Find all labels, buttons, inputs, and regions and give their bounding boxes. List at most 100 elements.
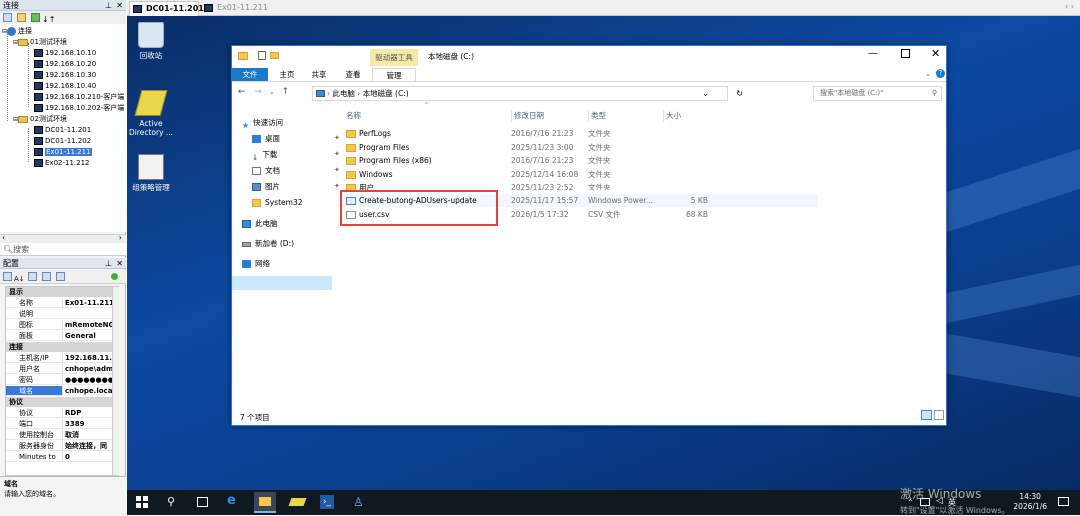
- tree-folder[interactable]: ⊟ 02测试环境: [13, 114, 67, 124]
- search-input[interactable]: 搜索"本地磁盘 (C:)" ⚲: [813, 86, 942, 101]
- nav-downloads[interactable]: ↓ 下载 ✦: [252, 148, 340, 162]
- recent-chevron-icon[interactable]: ⌄: [269, 88, 275, 96]
- prop-row[interactable]: Minutes to 0: [6, 452, 118, 462]
- tree-item[interactable]: 192.168.10.210-客户端: [34, 92, 124, 102]
- edge-icon[interactable]: e: [227, 493, 241, 508]
- tree-search-input[interactable]: 🔍︎搜索: [0, 243, 126, 256]
- sort-icon[interactable]: ↓↑: [42, 15, 55, 24]
- nav-this-pc[interactable]: 此电脑: [242, 217, 278, 230]
- category-protocol[interactable]: 协议: [6, 397, 118, 407]
- inheritance-icon[interactable]: [41, 272, 51, 281]
- file-row[interactable]: PerfLogs 2016/7/16 21:23 文件夹: [338, 127, 818, 140]
- desktop-icon-recycle-bin[interactable]: 回收站: [127, 22, 176, 60]
- task-view-icon[interactable]: [197, 497, 208, 507]
- tab-dc01[interactable]: DC01-11.201: [129, 1, 204, 16]
- tree-item[interactable]: 192.168.10.20: [34, 59, 96, 69]
- refresh-icon[interactable]: ↻: [736, 87, 743, 100]
- close-button[interactable]: ✕: [931, 47, 940, 60]
- nav-pictures[interactable]: 图片 ✦: [252, 180, 340, 193]
- file-row[interactable]: Program Files (x86) 2016/7/16 21:23 文件夹: [338, 154, 818, 167]
- view-icon[interactable]: [31, 13, 40, 22]
- file-row[interactable]: Program Files 2025/11/23 3:00 文件夹: [338, 141, 818, 154]
- forward-arrow-icon[interactable]: →: [254, 87, 262, 97]
- tree-item[interactable]: 192.168.10.40: [34, 81, 96, 91]
- tab-ex01[interactable]: Ex01-11.211: [201, 1, 271, 16]
- category-display[interactable]: 显示: [6, 287, 118, 297]
- column-date[interactable]: 修改日期: [511, 110, 544, 122]
- chevron-down-icon[interactable]: ⌄: [925, 70, 931, 78]
- tree-item-selected[interactable]: Ex01-11.211: [34, 147, 92, 157]
- prop-row[interactable]: 图标 mRemoteNG: [6, 320, 118, 330]
- prop-row[interactable]: 主机名/IP192.168.11.211: [6, 353, 118, 363]
- tree-item[interactable]: 192.168.10.30: [34, 70, 96, 80]
- tree-item[interactable]: DC01-11.202: [34, 136, 91, 146]
- scroll-right-icon[interactable]: ›: [119, 233, 122, 242]
- properties-qat-icon[interactable]: [258, 51, 266, 60]
- large-icons-view-icon[interactable]: [934, 410, 944, 420]
- tree-item[interactable]: Ex02-11.212: [34, 158, 90, 168]
- tree-item[interactable]: 192.168.10.10: [34, 48, 96, 58]
- tree-folder[interactable]: ⊟ 01测试环境: [13, 37, 67, 47]
- prop-row[interactable]: 名称 Ex01-11.211: [6, 298, 118, 308]
- file-row[interactable]: 用户 2025/11/23 2:52 文件夹: [338, 181, 818, 190]
- column-name[interactable]: 名称: [346, 110, 361, 122]
- desktop-icon-gpm[interactable]: 组策略管理: [127, 154, 176, 192]
- powershell-icon[interactable]: ›_: [320, 495, 334, 509]
- tab-share[interactable]: 共享: [304, 68, 334, 81]
- column-size[interactable]: 大小: [663, 110, 681, 122]
- file-row[interactable]: Windows 2025/12/14 16:08 文件夹: [338, 168, 818, 181]
- clock[interactable]: 14:30 2026/1/6: [1013, 492, 1047, 512]
- properties-icon[interactable]: [27, 272, 37, 281]
- prop-row[interactable]: 密码●●●●●●●●●●●●: [6, 375, 118, 385]
- default-icon[interactable]: [55, 272, 65, 281]
- tab-view[interactable]: 查看: [338, 68, 368, 81]
- address-dropdown-icon[interactable]: ⌄: [702, 87, 709, 100]
- breadcrumb-pc[interactable]: 此电脑: [332, 89, 355, 98]
- notification-icon[interactable]: [1058, 497, 1069, 506]
- new-folder-icon[interactable]: [17, 13, 26, 22]
- category-connection[interactable]: 连接: [6, 342, 118, 352]
- minimize-button[interactable]: —: [868, 48, 878, 59]
- nav-quick-access[interactable]: ★ 快速访问: [242, 116, 283, 130]
- tab-scroll-arrows[interactable]: ‹ ›: [1065, 2, 1074, 11]
- help-icon[interactable]: ?: [936, 69, 945, 78]
- prop-row[interactable]: 服务器身份 始终连接，同: [6, 441, 118, 451]
- prop-row[interactable]: 用户名 cnhope\admini: [6, 364, 118, 374]
- tree-item[interactable]: 192.168.10.202-客户端: [34, 103, 124, 113]
- nav-desktop[interactable]: 桌面 ✦: [252, 132, 340, 145]
- horizontal-scrollbar[interactable]: ‹ ›: [0, 233, 126, 243]
- prop-row[interactable]: 说明: [6, 309, 118, 319]
- tab-file[interactable]: 文件: [232, 68, 268, 81]
- nav-d-drive[interactable]: 新加卷 (D:): [242, 237, 294, 250]
- scroll-left-icon[interactable]: ‹: [2, 233, 5, 242]
- back-arrow-icon[interactable]: ←: [238, 87, 246, 97]
- windows-start-icon[interactable]: [136, 496, 148, 508]
- pin-icon[interactable]: ⊥: [105, 258, 112, 269]
- active-directory-icon[interactable]: [288, 498, 307, 506]
- server-manager-icon[interactable]: ♙: [353, 495, 367, 509]
- maximize-button[interactable]: [901, 49, 910, 58]
- nav-documents[interactable]: 文档 ✦: [252, 164, 340, 177]
- prop-row[interactable]: 协议 RDP: [6, 408, 118, 418]
- breadcrumb-c[interactable]: 本地磁盘 (C:): [363, 89, 409, 98]
- desktop-icon-ad[interactable]: Active Directory ...: [127, 90, 176, 137]
- search-icon[interactable]: ⚲: [167, 495, 181, 509]
- nav-system32[interactable]: System32: [252, 196, 303, 209]
- file-explorer-icon[interactable]: [254, 492, 276, 513]
- close-icon[interactable]: ✕: [116, 258, 123, 269]
- prop-row-selected[interactable]: 域名 cnhope.local: [6, 386, 118, 396]
- column-type[interactable]: 类型: [588, 110, 606, 122]
- prop-row[interactable]: 端口 3389: [6, 419, 118, 429]
- categorized-icon[interactable]: [3, 272, 12, 281]
- up-arrow-icon[interactable]: ↑: [282, 87, 290, 97]
- vertical-scrollbar[interactable]: [112, 287, 119, 475]
- nav-network[interactable]: 网络: [242, 257, 270, 270]
- tab-manage[interactable]: 管理: [372, 68, 416, 81]
- prop-row[interactable]: 使用控制台 取消: [6, 430, 118, 440]
- tree-root[interactable]: ⊟ 连接: [2, 26, 32, 36]
- address-bar[interactable]: › 此电脑 › 本地磁盘 (C:) ⌄ ↻: [312, 86, 743, 101]
- pin-icon[interactable]: ⊥: [105, 0, 112, 11]
- tree-item[interactable]: DC01-11.201: [34, 125, 91, 135]
- close-icon[interactable]: ✕: [116, 0, 123, 11]
- prop-row[interactable]: 面板 General: [6, 331, 118, 341]
